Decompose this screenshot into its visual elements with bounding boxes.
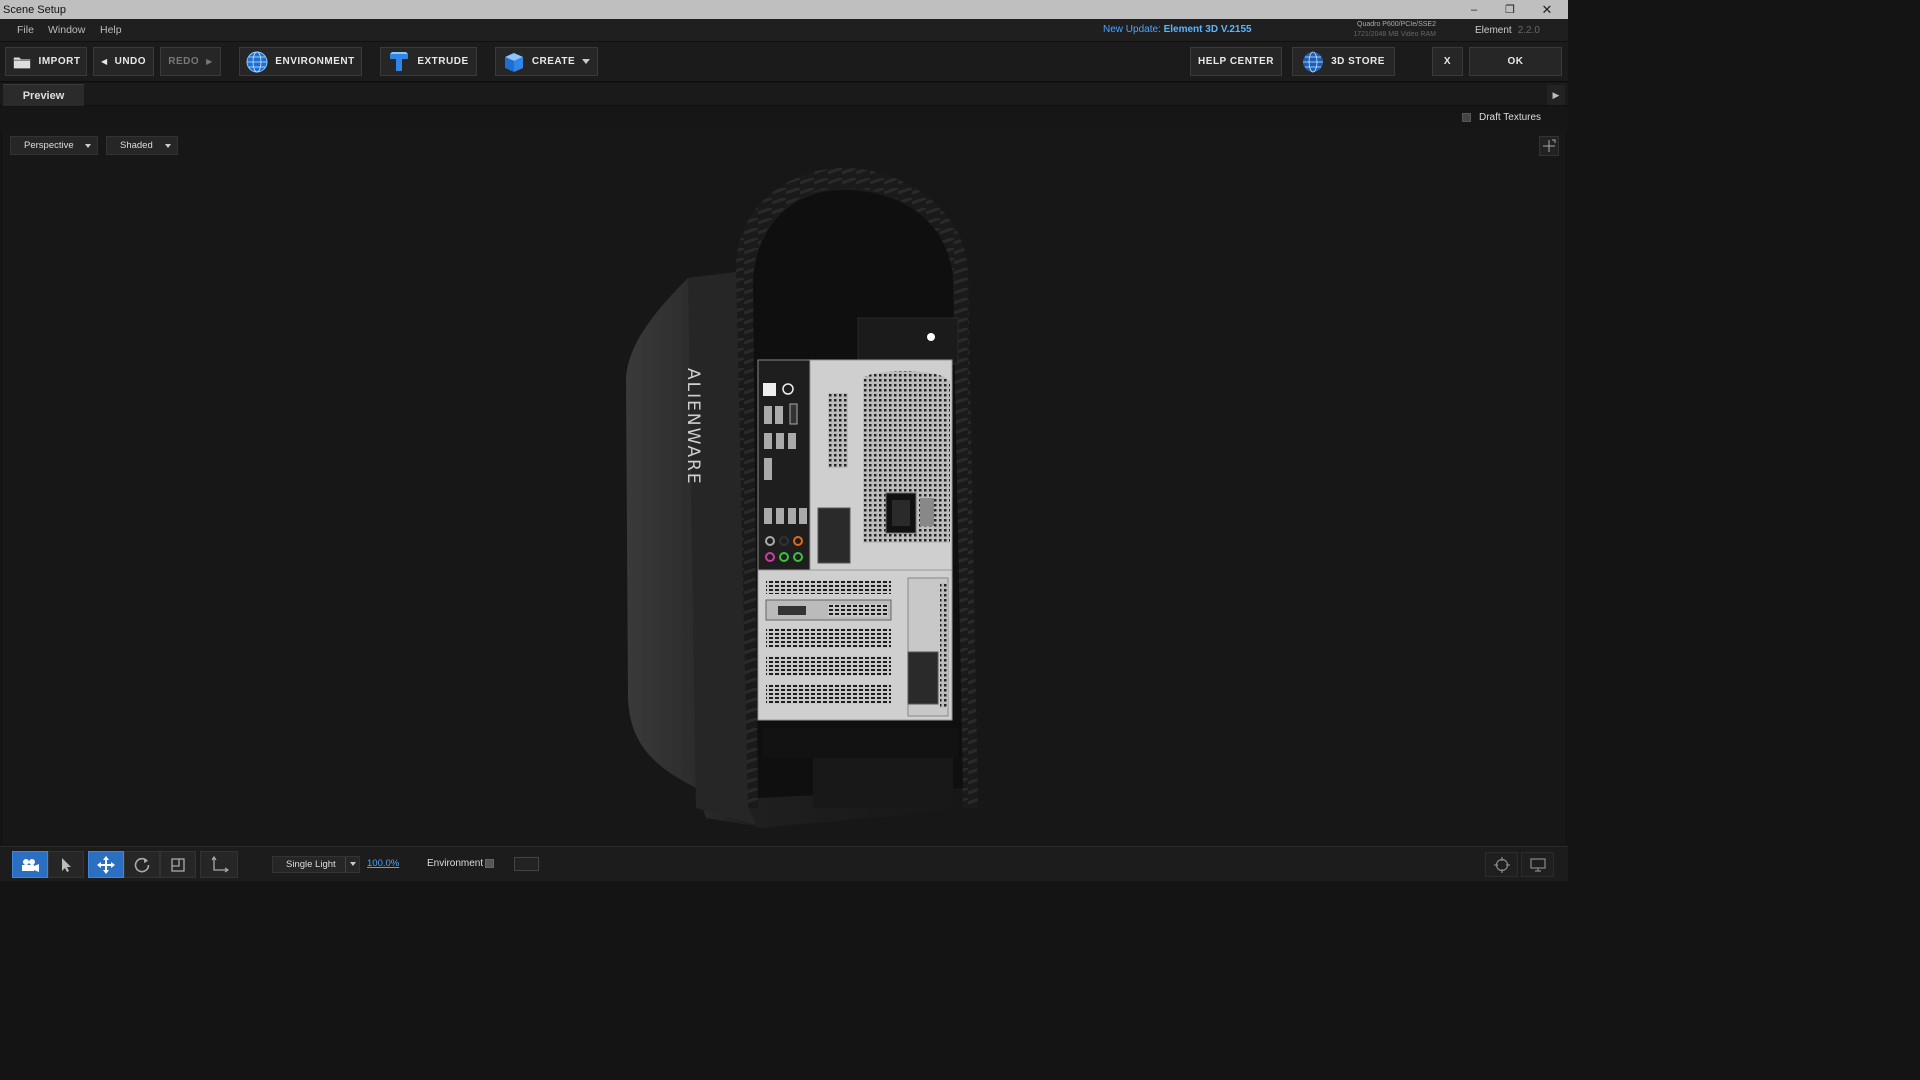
cube-icon (504, 52, 523, 72)
extrude-label: EXTRUDE (417, 56, 469, 67)
product-version: Element 2.2.0 (1475, 25, 1540, 36)
ok-label: OK (1507, 56, 1524, 67)
camera-mode-dropdown[interactable]: Perspective (10, 136, 98, 155)
redo-label: REDO (168, 56, 200, 67)
globe-icon (246, 51, 268, 72)
menu-help[interactable]: Help (100, 24, 122, 36)
viewport-options-bar: Draft Textures (0, 107, 1568, 130)
rotate-icon (134, 857, 150, 872)
light-mode-dropdown[interactable]: Single Light (272, 856, 360, 873)
environment-checkbox[interactable] (485, 859, 494, 868)
panel-expand-arrow-icon[interactable]: ▶ (1547, 85, 1565, 105)
extrude-button[interactable]: EXTRUDE (380, 47, 477, 76)
update-prefix: New Update: (1103, 24, 1161, 35)
shading-mode-dropdown[interactable]: Shaded (106, 136, 178, 155)
display-button[interactable] (1521, 852, 1554, 877)
extrude-icon (390, 51, 409, 71)
draft-textures-label: Draft Textures (1479, 112, 1542, 123)
monitor-icon (1529, 857, 1546, 872)
undo-arrow-icon: ◀ (100, 57, 108, 66)
target-icon (1493, 856, 1510, 873)
import-label: IMPORT (38, 56, 81, 67)
move-icon (97, 855, 115, 874)
select-tool-button[interactable] (48, 851, 84, 878)
3d-store-button[interactable]: 3D STORE (1292, 47, 1395, 76)
chevron-down-icon (582, 59, 591, 64)
shading-mode-value: Shaded (120, 140, 153, 151)
redo-button[interactable]: REDO ▶ (160, 47, 221, 76)
model-brand-label: ALIENWARE (683, 368, 703, 486)
3d-model-render[interactable]: ALIENWARE (618, 168, 998, 838)
update-notice[interactable]: New Update: Element 3D V.2155 (1103, 24, 1252, 35)
update-version[interactable]: Element 3D V.2155 (1164, 24, 1252, 35)
undo-button[interactable]: ◀ UNDO (93, 47, 154, 76)
close-window-button[interactable]: ✕ (1529, 0, 1565, 19)
undo-label: UNDO (114, 56, 147, 67)
create-label: CREATE (531, 56, 576, 67)
globe-icon (1303, 51, 1324, 72)
pointer-icon (62, 857, 71, 872)
expand-icon (1543, 139, 1556, 152)
menu-window[interactable]: Window (48, 24, 85, 36)
maximize-viewport-button[interactable] (1539, 136, 1559, 156)
restore-button[interactable]: ❐ (1492, 0, 1528, 19)
gpu-vram: 1721/2048 MB Video RAM (1353, 31, 1436, 38)
target-button[interactable] (1485, 852, 1518, 877)
axis-tool-button[interactable] (200, 851, 238, 878)
draft-textures-checkbox[interactable] (1462, 113, 1471, 122)
create-button[interactable]: CREATE (495, 47, 598, 76)
gpu-name: Quadro P600/PCIe/SSE2 (1357, 21, 1436, 28)
help-center-button[interactable]: HELP CENTER (1190, 47, 1282, 76)
ok-button[interactable]: OK (1469, 47, 1562, 76)
environment-button[interactable]: ENVIRONMENT (239, 47, 362, 76)
chevron-down-icon (85, 144, 91, 148)
draft-textures-toggle[interactable]: Draft Textures (1462, 112, 1541, 123)
title-bar: Scene Setup – ❐ ✕ (0, 0, 1568, 19)
environment-label: ENVIRONMENT (275, 56, 355, 67)
chevron-down-icon (350, 862, 356, 866)
camera-mode-value: Perspective (24, 140, 74, 151)
chevron-down-icon (165, 144, 171, 148)
product-version-number: 2.2.0 (1517, 25, 1540, 36)
scale-icon (171, 857, 185, 872)
camera-icon (22, 858, 39, 872)
environment-swatch[interactable] (514, 857, 539, 871)
dropdown-button[interactable] (345, 857, 359, 872)
gpu-info: Quadro P600/PCIe/SSE2 1721/2048 MB Video… (1330, 20, 1436, 40)
help-center-label: HELP CENTER (1198, 56, 1274, 67)
light-mode-value: Single Light (286, 859, 336, 870)
minimize-button[interactable]: – (1456, 0, 1492, 19)
light-intensity-value[interactable]: 100.0% (367, 858, 399, 869)
camera-tool-button[interactable] (12, 851, 48, 878)
cancel-button[interactable]: X (1432, 47, 1463, 76)
3d-viewport[interactable]: Perspective Shaded ALIENWARE (3, 130, 1565, 846)
product-name: Element (1475, 25, 1512, 36)
axis-icon (211, 855, 229, 872)
bottom-toolbar: Single Light 100.0% Environment (0, 846, 1568, 881)
cancel-label: X (1443, 56, 1452, 67)
main-toolbar: IMPORT ◀ UNDO REDO ▶ ENVIRONMENT EXTRUDE… (0, 42, 1568, 82)
rotate-tool-button[interactable] (124, 851, 160, 878)
window-title: Scene Setup (3, 3, 66, 16)
3d-store-label: 3D STORE (1331, 56, 1385, 67)
redo-arrow-icon: ▶ (206, 57, 213, 66)
menu-file[interactable]: File (17, 24, 34, 36)
environment-label: Environment (427, 858, 484, 869)
move-tool-button[interactable] (88, 851, 124, 878)
import-button[interactable]: IMPORT (5, 47, 87, 76)
panel-tab-strip: Preview ▶ (0, 83, 1568, 106)
scale-tool-button[interactable] (160, 851, 196, 878)
tab-preview[interactable]: Preview (3, 84, 84, 106)
folder-icon (13, 56, 30, 68)
